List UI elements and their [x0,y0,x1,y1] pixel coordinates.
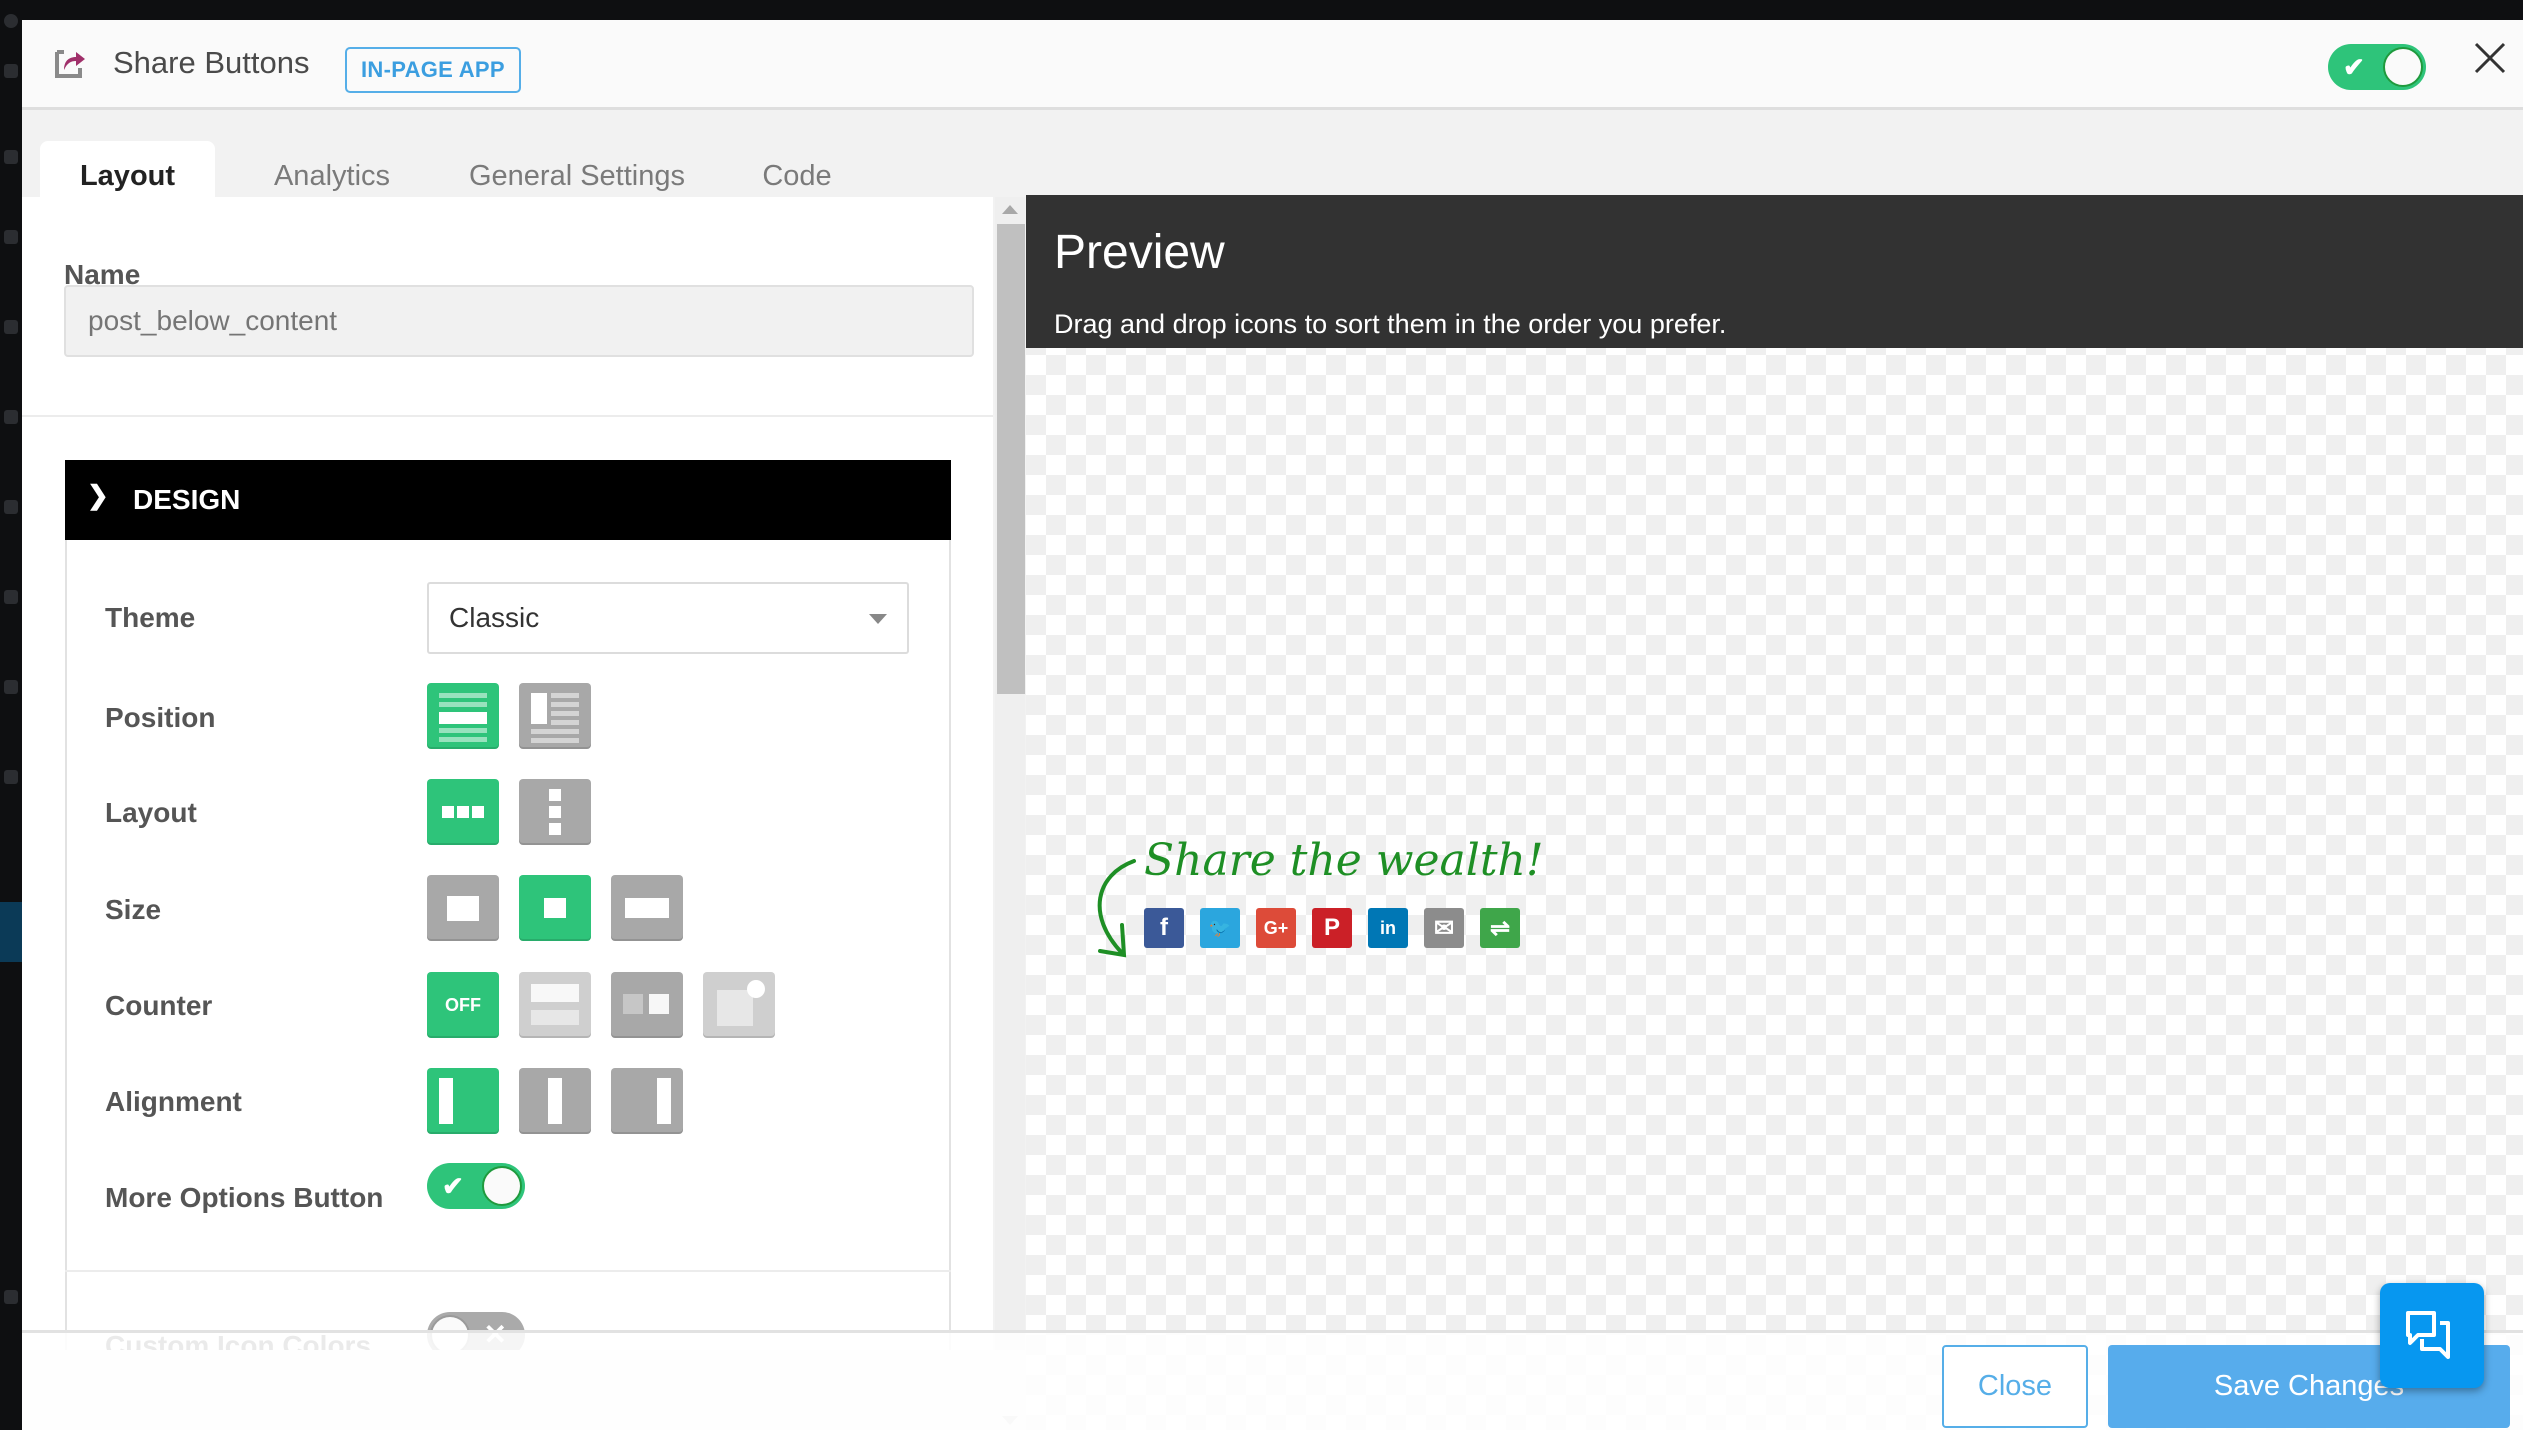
modal-footer: Close Save Changes [22,1330,2523,1430]
wp-admin-sidebar [0,0,22,1430]
sidebar-menu-icon[interactable] [4,320,18,334]
sidebar-active-item[interactable] [0,902,22,962]
alignment-label: Alignment [105,1086,242,1117]
scrollbar-thumb[interactable] [997,224,1025,694]
curved-arrow-icon [1097,859,1136,958]
close-icon[interactable] [2470,38,2510,78]
more-options-toggle[interactable]: ✔ [427,1163,525,1209]
share-buttons-preview: Share the wealth! f 🐦 G+ Pin ✉ ⇌ [1086,835,1586,975]
modal-header: Share Buttons IN-PAGE APP ✔ [22,20,2523,110]
design-section-title: DESIGN [133,484,241,515]
check-icon: ✔ [442,1171,464,1201]
sidebar-menu-icon[interactable] [4,500,18,514]
share-facebook-icon[interactable]: f [1144,908,1184,948]
theme-label: Theme [105,602,196,633]
dropdown-caret-icon [869,614,887,624]
sidebar-menu-icon[interactable] [4,230,18,244]
counter-bubble-top-option[interactable] [519,972,591,1038]
sidebar-menu-icon[interactable] [4,150,18,164]
close-button[interactable]: Close [1942,1345,2088,1428]
left-panel-scrollbar[interactable] [995,197,1025,1425]
size-label: Size [105,894,162,925]
preview-subtitle: Drag and drop icons to sort them in the … [1054,309,1727,339]
sidebar-menu-icon[interactable] [4,770,18,784]
sidebar-menu-icon[interactable] [4,1290,18,1304]
app-enabled-toggle[interactable]: ✔ [2328,44,2426,90]
support-chat-button[interactable] [2380,1283,2484,1388]
divider [65,1270,951,1272]
layout-vertical-option[interactable] [519,779,591,845]
chevron-down-icon: ❯ [87,480,109,510]
counter-label: Counter [105,990,213,1021]
more-options-label: More Options Button [105,1182,384,1213]
share-email-icon[interactable]: ✉ [1424,908,1464,948]
share-arrow-icon [55,50,85,78]
share-call-to-action: Share the wealth! [1144,835,1544,886]
size-medium-option[interactable] [519,875,591,941]
scroll-up-arrow-icon[interactable] [1002,205,1018,214]
layout-settings-panel: Name ❯ DESIGN Theme Classic Position [22,197,993,1350]
alignment-right-option[interactable] [611,1068,683,1134]
sidebar-menu-icon[interactable] [4,64,18,78]
size-large-option[interactable] [427,875,499,941]
design-section-header[interactable]: ❯ DESIGN [65,460,951,540]
name-input[interactable] [64,285,974,357]
counter-off-option[interactable]: OFF [427,972,499,1038]
sidebar-menu-icon[interactable] [4,410,18,424]
check-icon: ✔ [2343,52,2365,82]
share-icons-list: f 🐦 G+ Pin ✉ ⇌ [1144,908,1520,948]
chat-bubbles-icon [2406,1311,2450,1359]
share-google-icon[interactable]: G+ [1256,908,1296,948]
preview-header: Preview Drag and drop icons to sort them… [1026,195,2523,348]
counter-bubble-side-option[interactable] [611,972,683,1038]
counter-badge-corner-option[interactable] [703,972,775,1038]
app-title: Share Buttons [113,45,310,80]
layout-horizontal-option[interactable] [427,779,499,845]
size-wide-option[interactable] [611,875,683,941]
counter-off-text: OFF [445,995,481,1015]
alignment-left-option[interactable] [427,1068,499,1134]
position-sidebar-option[interactable] [519,683,591,749]
toggle-knob [482,1166,522,1206]
divider [22,415,993,417]
position-below-content-option[interactable] [427,683,499,749]
share-linkedin-icon[interactable]: in [1368,908,1408,948]
share-more-icon[interactable]: ⇌ [1480,908,1520,948]
theme-select[interactable]: Classic [427,582,909,654]
sidebar-menu-icon[interactable] [4,680,18,694]
wordpress-logo-icon[interactable] [4,14,18,28]
share-twitter-icon[interactable]: 🐦 [1200,908,1240,948]
toggle-knob [2383,47,2423,87]
preview-panel: Preview Drag and drop icons to sort them… [1026,195,2523,1430]
in-page-app-badge: IN-PAGE APP [345,47,521,93]
alignment-center-option[interactable] [519,1068,591,1134]
position-label: Position [105,702,216,733]
preview-title: Preview [1054,226,1225,279]
sidebar-menu-icon[interactable] [4,590,18,604]
share-pinterest-icon[interactable]: P [1312,908,1352,948]
layout-label: Layout [105,797,197,828]
theme-select-value: Classic [449,602,540,633]
app-settings-modal: Share Buttons IN-PAGE APP ✔ Layout Analy… [22,20,2523,1430]
